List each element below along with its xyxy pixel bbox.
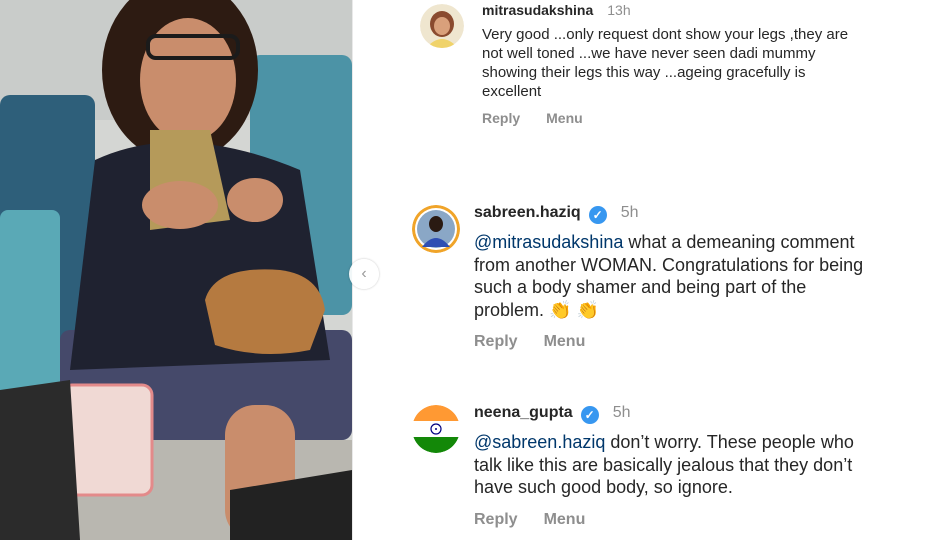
mention-link[interactable]: @mitrasudakshina	[474, 232, 623, 252]
comment-username-wrap: neena_gupta ✓	[474, 404, 599, 424]
comment-item: mitrasudakshina 13h Very good ...only re…	[482, 2, 928, 126]
comment-text: @mitrasudakshina what a demeaning commen…	[474, 231, 869, 321]
reply-button[interactable]: Reply	[474, 511, 518, 529]
comments-panel: mitrasudakshina 13h Very good ...only re…	[360, 0, 940, 540]
comment-actions: Reply Menu	[474, 511, 928, 529]
menu-button[interactable]: Menu	[544, 511, 586, 529]
post-photo	[0, 0, 352, 540]
comment-text: Very good ...only request dont show your…	[482, 26, 849, 100]
comment-item: neena_gupta ✓ 5h @sabreen.haziq don’t wor…	[474, 404, 928, 529]
menu-button[interactable]: Menu	[544, 333, 586, 351]
verified-badge-icon: ✓	[580, 406, 599, 424]
comment-text: @sabreen.haziq don’t worry. These people…	[474, 431, 869, 499]
comment-username[interactable]: mitrasudakshina	[482, 2, 593, 18]
menu-button[interactable]: Menu	[546, 110, 583, 126]
comment-username-wrap: sabreen.haziq ✓	[474, 204, 607, 224]
comment-username[interactable]: neena_gupta	[474, 404, 573, 421]
comment-meta: sabreen.haziq ✓ 5h	[474, 204, 928, 224]
reply-button[interactable]: Reply	[474, 333, 518, 351]
reply-button[interactable]: Reply	[482, 110, 520, 126]
comment-time: 13h	[607, 2, 631, 18]
mention-link[interactable]: @sabreen.haziq	[474, 432, 605, 452]
comment-actions: Reply Menu	[474, 333, 928, 351]
clapping-hands-icon: 👏 👏	[549, 299, 599, 320]
comment-username[interactable]: sabreen.haziq	[474, 204, 581, 221]
photo-illustration	[0, 0, 352, 540]
comment-meta: neena_gupta ✓ 5h	[474, 404, 928, 424]
comment-actions: Reply Menu	[482, 110, 928, 126]
comment-time: 5h	[612, 404, 631, 421]
verified-badge-icon: ✓	[588, 206, 607, 224]
comment-time: 5h	[620, 204, 639, 221]
comment-meta: mitrasudakshina 13h	[482, 2, 928, 18]
comment-item: sabreen.haziq ✓ 5h @mitrasudakshina what …	[474, 204, 928, 351]
